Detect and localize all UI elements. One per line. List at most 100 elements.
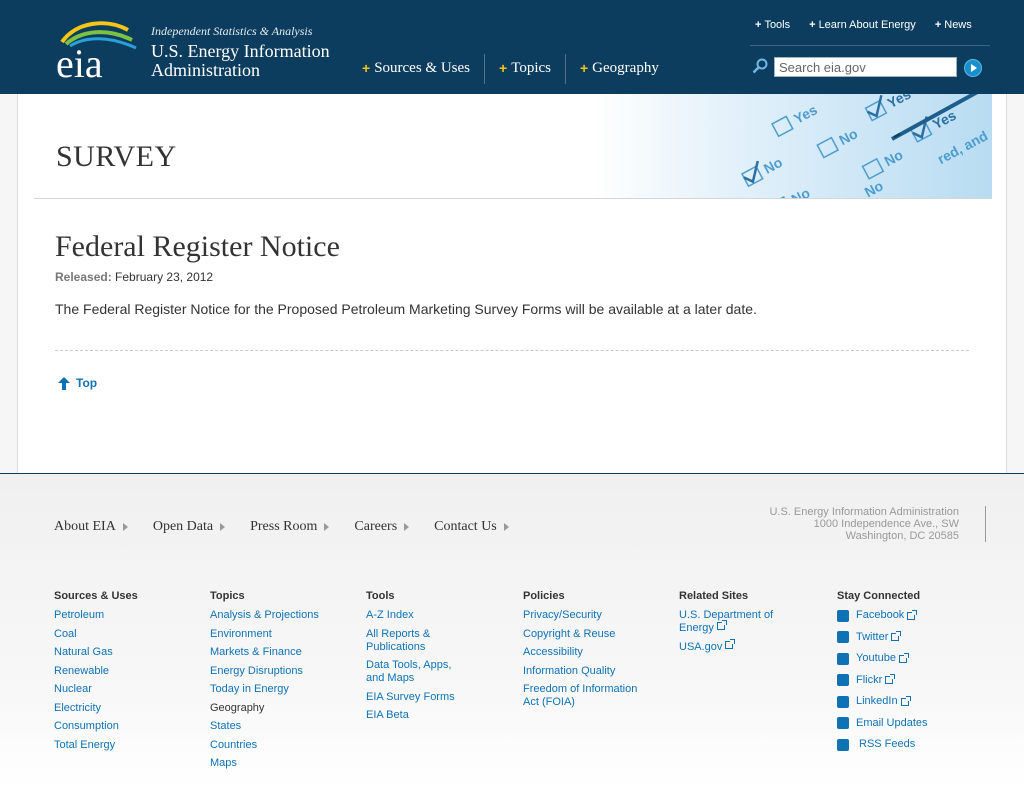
- back-to-top-link[interactable]: Top: [58, 376, 97, 390]
- nav-geography-label: Geography: [592, 60, 659, 76]
- footer-link-doe[interactable]: U.S. Department of Energy: [679, 609, 789, 635]
- nav-topics[interactable]: + Topics: [484, 54, 565, 84]
- address-line: U.S. Energy Information Administration: [769, 506, 959, 518]
- external-link-icon: [716, 620, 727, 630]
- page-title: Federal Register Notice: [55, 230, 340, 263]
- footer-link[interactable]: Electricity: [54, 702, 194, 715]
- social-twitter[interactable]: Twitter: [837, 631, 967, 644]
- site-footer: About EIA Open Data Press Room Careers C…: [0, 474, 1024, 791]
- main-nav: + Sources & Uses + Topics + Geography: [362, 54, 673, 84]
- footer-nav-careers-label: Careers: [354, 519, 398, 534]
- footer-link[interactable]: Natural Gas: [54, 646, 194, 659]
- footer-nav-careers[interactable]: Careers: [354, 519, 410, 535]
- footer-nav-contact-label: Contact Us: [434, 519, 497, 534]
- nav-sources-uses-label: Sources & Uses: [374, 60, 471, 76]
- external-link-icon: [907, 609, 918, 620]
- util-news[interactable]: + News: [935, 19, 972, 31]
- social-youtube[interactable]: Youtube: [837, 652, 967, 665]
- footer-nav-press-label: Press Room: [250, 519, 318, 534]
- footer-link[interactable]: Countries: [210, 739, 350, 752]
- external-link-icon: [891, 631, 902, 641]
- footer-link-usagov[interactable]: USA.gov: [679, 638, 789, 654]
- footer-link[interactable]: Petroleum: [54, 609, 194, 622]
- footer-link[interactable]: Information Quality: [523, 665, 653, 678]
- logo-text: eia: [56, 41, 103, 80]
- footer-nav-press-room[interactable]: Press Room: [250, 519, 330, 535]
- util-news-label: News: [944, 19, 972, 31]
- notice-body: The Federal Register Notice for the Prop…: [55, 301, 757, 317]
- footer-nav-contact[interactable]: Contact Us: [434, 519, 509, 535]
- social-linkedin[interactable]: LinkedIn: [837, 695, 967, 708]
- chevron-right-icon: [503, 523, 509, 531]
- social-label: Facebook: [856, 609, 905, 621]
- social-facebook[interactable]: Facebook: [837, 609, 967, 622]
- footer-link[interactable]: All Reports & Publications: [366, 628, 466, 654]
- util-tools[interactable]: + Tools: [755, 19, 790, 31]
- util-learn-about-energy[interactable]: + Learn About Energy: [809, 19, 916, 31]
- plus-icon: +: [755, 19, 762, 31]
- divider: [985, 506, 986, 542]
- external-link-icon: [725, 638, 736, 649]
- social-rss[interactable]: RSS Feeds: [837, 738, 967, 751]
- footer-link[interactable]: A-Z Index: [366, 609, 466, 622]
- plus-icon: +: [579, 60, 589, 76]
- eia-logo[interactable]: eia: [56, 20, 138, 80]
- social-label: Flickr: [856, 673, 883, 686]
- plus-icon: +: [499, 60, 508, 76]
- chevron-right-icon: [122, 523, 128, 531]
- survey-checkbox-image: Yes No No Yes No Yes No No red, and: [592, 94, 992, 198]
- external-link-icon: [900, 695, 911, 706]
- footer-link[interactable]: Markets & Finance: [210, 646, 350, 659]
- footer-link[interactable]: Environment: [210, 628, 350, 641]
- footer-nav-about[interactable]: About EIA: [54, 519, 128, 535]
- linkedin-icon: [837, 695, 849, 708]
- footer-link[interactable]: Maps: [210, 757, 350, 770]
- footer-link[interactable]: Analysis & Projections: [210, 609, 350, 622]
- footer-link[interactable]: Data Tools, Apps, and Maps: [366, 659, 466, 685]
- footer-link[interactable]: Total Energy: [54, 739, 194, 752]
- twitter-icon: [837, 631, 849, 643]
- address-line: Washington, DC 20585: [845, 530, 959, 542]
- footer-col-heading: Sources & Uses: [54, 590, 138, 602]
- social-flickr[interactable]: Flickr: [837, 674, 967, 687]
- footer-col-topics: Topics Analysis & Projections Environmen…: [210, 590, 350, 776]
- footer-col-heading: Tools: [366, 590, 395, 602]
- banner-title: SURVEY: [56, 140, 177, 173]
- footer-link[interactable]: Consumption: [54, 720, 194, 733]
- footer-nav-about-label: About EIA: [54, 519, 116, 534]
- email-icon: [837, 717, 849, 729]
- divider: [750, 45, 990, 46]
- search-submit-button[interactable]: [964, 59, 982, 77]
- address-line: 1000 Independence Ave., SW: [813, 518, 959, 530]
- footer-col-heading: Policies: [523, 590, 565, 602]
- footer-nav-open-data[interactable]: Open Data: [153, 519, 226, 535]
- footer-link[interactable]: Coal: [54, 628, 194, 641]
- plus-icon: +: [934, 19, 942, 31]
- footer-link[interactable]: States: [210, 720, 350, 733]
- banner: Yes No No Yes No Yes No No red, and SURV…: [34, 94, 992, 199]
- footer-link[interactable]: Renewable: [54, 665, 194, 678]
- search-input[interactable]: [774, 57, 957, 77]
- social-label: Twitter: [856, 630, 889, 643]
- footer-link[interactable]: Freedom of Information Act (FOIA): [523, 683, 653, 709]
- org-name[interactable]: U.S. Energy Information Administration: [151, 42, 330, 80]
- footer-link[interactable]: Today in Energy: [210, 683, 350, 696]
- footer-link[interactable]: Copyright & Reuse: [523, 628, 653, 641]
- footer-link[interactable]: Privacy/Security: [523, 609, 653, 622]
- nav-geography[interactable]: + Geography: [564, 54, 673, 84]
- footer-link[interactable]: EIA Survey Forms: [366, 691, 466, 704]
- facebook-icon: [837, 609, 849, 622]
- footer-link[interactable]: EIA Beta: [366, 709, 466, 722]
- footer-col-stay-connected: Stay Connected Facebook Twitter Youtube …: [837, 590, 967, 760]
- footer-link[interactable]: Accessibility: [523, 646, 653, 659]
- plus-icon: +: [362, 60, 371, 76]
- footer-link[interactable]: Energy Disruptions: [210, 665, 350, 678]
- social-email[interactable]: Email Updates: [837, 717, 967, 730]
- social-label: LinkedIn: [856, 695, 898, 707]
- social-label: Email Updates: [856, 716, 928, 729]
- footer-col-policies: Policies Privacy/Security Copyright & Re…: [523, 590, 653, 715]
- footer-nav: About EIA Open Data Press Room Careers C…: [54, 519, 534, 535]
- nav-sources-uses[interactable]: + Sources & Uses: [362, 54, 484, 84]
- footer-link[interactable]: Nuclear: [54, 683, 194, 696]
- org-name-line1: U.S. Energy Information: [151, 41, 330, 61]
